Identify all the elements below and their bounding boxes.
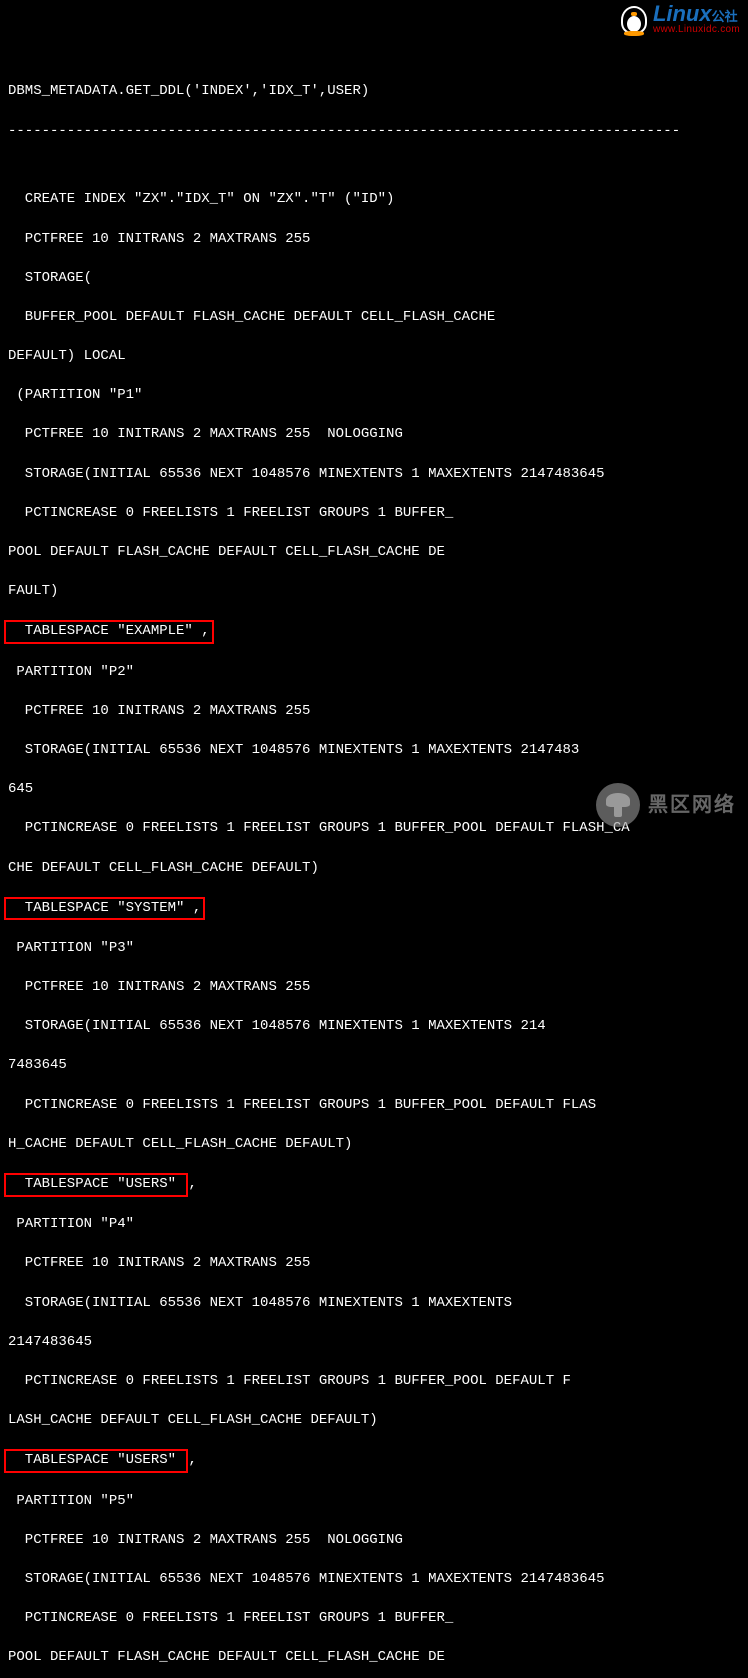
penguin-icon (619, 2, 649, 36)
heiqu-text: 黑区网络 (648, 791, 736, 819)
code-line: STORAGE(INITIAL 65536 NEXT 1048576 MINEX… (8, 1570, 740, 1590)
linux-logo-text: Linux公社 www.Linuxidc.com (653, 3, 740, 35)
code-line: PCTINCREASE 0 FREELISTS 1 FREELIST GROUP… (8, 504, 740, 524)
code-line: PARTITION "P4" (8, 1215, 740, 1235)
tablespace-example-1: TABLESPACE "EXAMPLE" , (4, 620, 214, 644)
code-line: PARTITION "P5" (8, 1492, 740, 1512)
linux-gongshe: 公社 (712, 9, 738, 24)
highlight-line: TABLESPACE "USERS" , (8, 1450, 740, 1472)
code-line: PCTFREE 10 INITRANS 2 MAXTRANS 255 NOLOG… (8, 425, 740, 445)
code-line: PCTINCREASE 0 FREELISTS 1 FREELIST GROUP… (8, 1609, 740, 1629)
code-line: PARTITION "P3" (8, 939, 740, 959)
code-line: 2147483645 (8, 1333, 740, 1353)
linux-watermark: Linux公社 www.Linuxidc.com (619, 2, 740, 36)
code-line: DEFAULT) LOCAL (8, 347, 740, 367)
code-line: H_CACHE DEFAULT CELL_FLASH_CACHE DEFAULT… (8, 1135, 740, 1155)
ddl-output: CREATE INDEX "ZX"."IDX_T" ON "ZX"."T" ("… (8, 171, 740, 1678)
code-line: PCTFREE 10 INITRANS 2 MAXTRANS 255 (8, 702, 740, 722)
code-line: PCTFREE 10 INITRANS 2 MAXTRANS 255 (8, 978, 740, 998)
code-line: PCTFREE 10 INITRANS 2 MAXTRANS 255 (8, 230, 740, 250)
code-line: CREATE INDEX "ZX"."IDX_T" ON "ZX"."T" ("… (8, 190, 740, 210)
code-line: CHE DEFAULT CELL_FLASH_CACHE DEFAULT) (8, 859, 740, 879)
code-line: LASH_CACHE DEFAULT CELL_FLASH_CACHE DEFA… (8, 1411, 740, 1431)
highlight-line: TABLESPACE "EXAMPLE" , (8, 621, 740, 643)
code-line: STORAGE(INITIAL 65536 NEXT 1048576 MINEX… (8, 1017, 740, 1037)
code-line: (PARTITION "P1" (8, 386, 740, 406)
tablespace-users-1: TABLESPACE "USERS" (4, 1173, 188, 1197)
linux-brand: Linux (653, 1, 712, 26)
code-line: STORAGE(INITIAL 65536 NEXT 1048576 MINEX… (8, 465, 740, 485)
heiqu-watermark: 黑区网络 (596, 783, 736, 827)
code-text: , (188, 1452, 196, 1468)
highlight-line: TABLESPACE "SYSTEM" , (8, 898, 740, 920)
highlight-line: TABLESPACE "USERS" , (8, 1174, 740, 1196)
tablespace-users-2: TABLESPACE "USERS" (4, 1449, 188, 1473)
mushroom-icon (596, 783, 640, 827)
code-line: POOL DEFAULT FLASH_CACHE DEFAULT CELL_FL… (8, 543, 740, 563)
code-line: PCTINCREASE 0 FREELISTS 1 FREELIST GROUP… (8, 1096, 740, 1116)
code-line: PCTINCREASE 0 FREELISTS 1 FREELIST GROUP… (8, 1372, 740, 1392)
code-line: PCTFREE 10 INITRANS 2 MAXTRANS 255 NOLOG… (8, 1531, 740, 1551)
code-line: POOL DEFAULT FLASH_CACHE DEFAULT CELL_FL… (8, 1648, 740, 1668)
separator-line: ----------------------------------------… (8, 122, 740, 142)
code-line: STORAGE(INITIAL 65536 NEXT 1048576 MINEX… (8, 741, 740, 761)
code-line: PARTITION "P2" (8, 663, 740, 683)
linux-url: www.Linuxidc.com (653, 25, 740, 35)
code-line: PCTFREE 10 INITRANS 2 MAXTRANS 255 (8, 1254, 740, 1274)
code-line: 7483645 (8, 1056, 740, 1076)
tablespace-system: TABLESPACE "SYSTEM" , (4, 897, 205, 921)
code-line: STORAGE( (8, 269, 740, 289)
code-line: FAULT) (8, 582, 740, 602)
code-line: STORAGE(INITIAL 65536 NEXT 1048576 MINEX… (8, 1294, 740, 1314)
code-line: BUFFER_POOL DEFAULT FLASH_CACHE DEFAULT … (8, 308, 740, 328)
code-text: , (188, 1176, 196, 1192)
